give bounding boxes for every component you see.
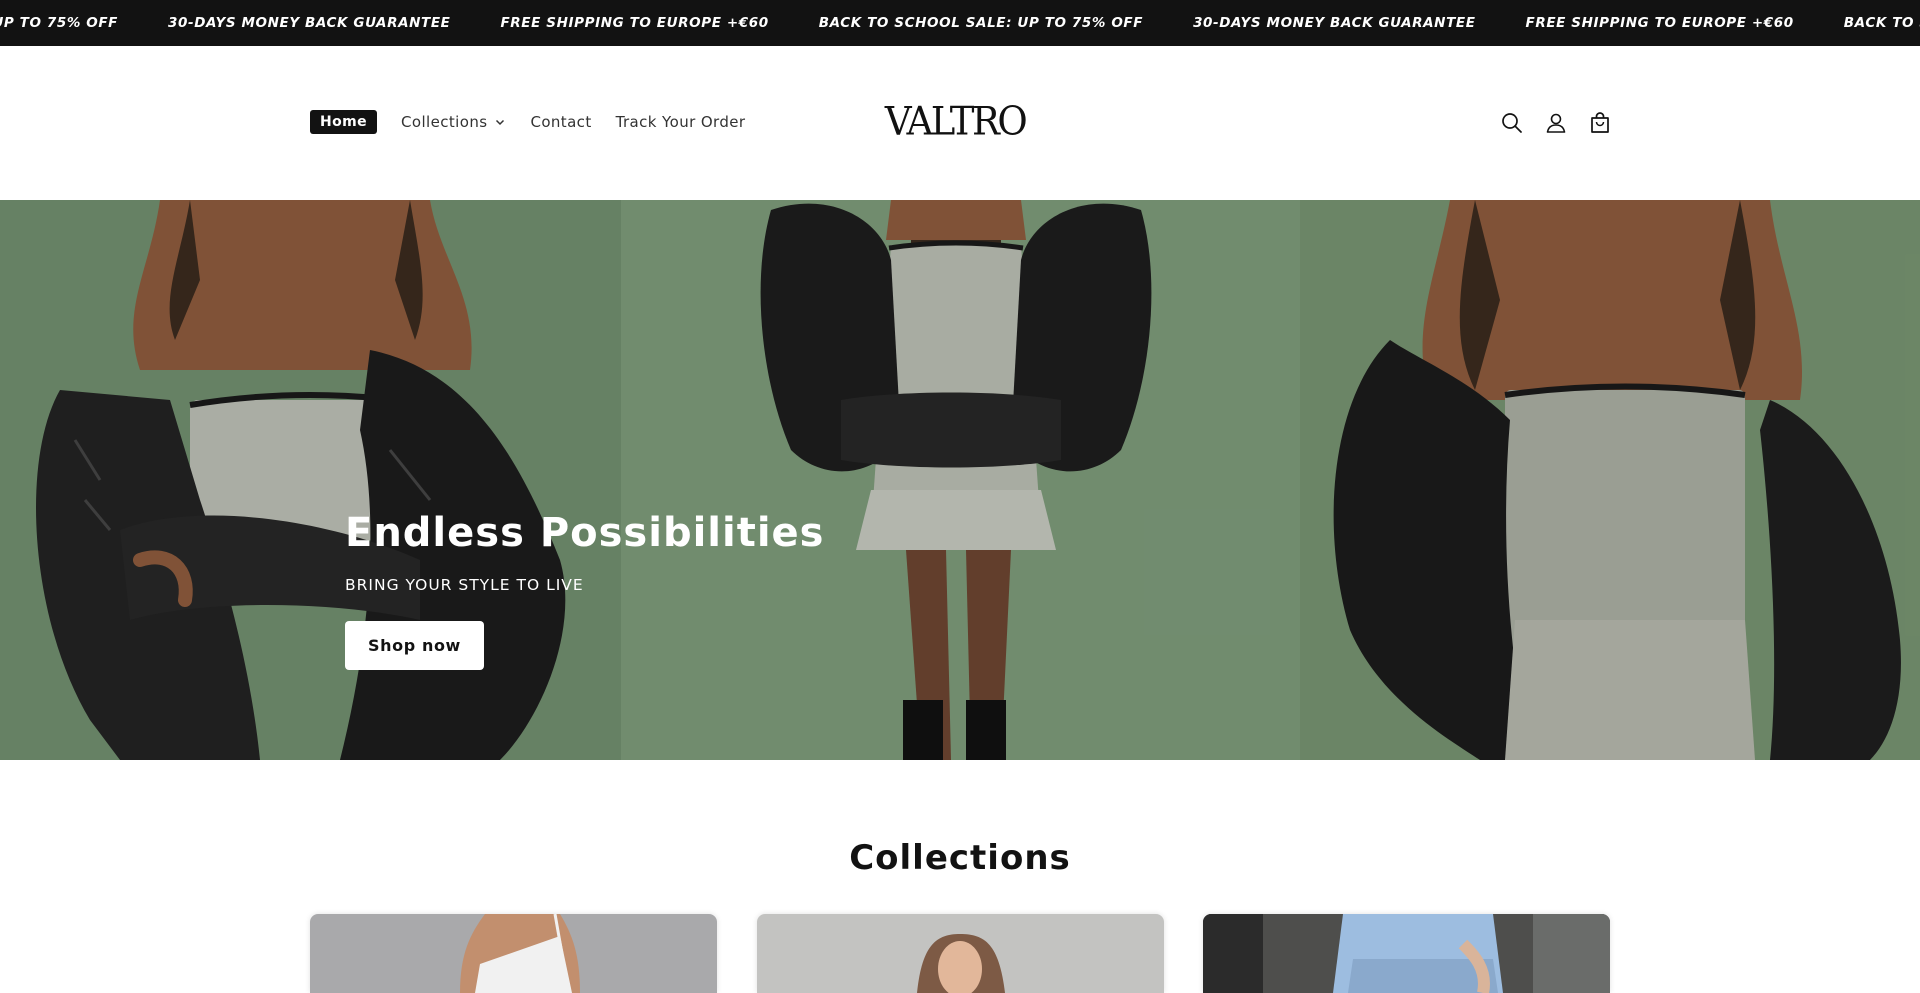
collection-card[interactable] — [757, 914, 1164, 993]
nav-collections-label: Collections — [401, 113, 488, 131]
cart-icon[interactable] — [1587, 110, 1613, 136]
hero-banner: Endless Possibilities BRING YOUR STYLE T… — [0, 200, 1920, 760]
search-icon[interactable] — [1499, 110, 1525, 136]
nav-track-order-link[interactable]: Track Your Order — [616, 113, 746, 131]
site-logo[interactable]: VALTRO — [880, 95, 1030, 148]
main-nav: Home Collections Contact Track Your Orde… — [310, 109, 769, 135]
announcement-marquee: LE: UP TO 75% OFF 30-DAYS MONEY BACK GUA… — [0, 0, 1920, 46]
account-icon[interactable] — [1543, 110, 1569, 136]
announcement-item: FREE SHIPPING TO EUROPE +€60 — [500, 15, 769, 31]
announcement-item: BACK TO SCHOOL SALE: UP TO 75% OFF — [818, 15, 1144, 31]
hero-title: Endless Possibilities — [345, 510, 825, 556]
nav-contact-link[interactable]: Contact — [530, 113, 591, 131]
announcement-bar: LE: UP TO 75% OFF 30-DAYS MONEY BACK GUA… — [0, 0, 1920, 46]
collection-card[interactable] — [310, 914, 717, 993]
announcement-item: LE: UP TO 75% OFF — [0, 15, 118, 31]
collection-card[interactable] — [1203, 914, 1610, 993]
announcement-item: FREE SHIPPING TO EUROPE +€60 — [1525, 15, 1794, 31]
site-header: Home Collections Contact Track Your Orde… — [0, 46, 1920, 200]
collection-card-image — [310, 914, 717, 993]
chevron-down-icon — [496, 119, 505, 126]
announcement-item: 30-DAYS MONEY BACK GUARANTEE — [1193, 15, 1476, 31]
announcement-item: 30-DAYS MONEY BACK GUARANTEE — [168, 15, 451, 31]
collection-card-image — [757, 914, 1164, 993]
collections-heading: Collections — [849, 838, 1071, 878]
hero-overlay — [0, 200, 1920, 760]
nav-home-link[interactable]: Home — [310, 110, 378, 134]
shop-now-button[interactable]: Shop now — [345, 621, 484, 670]
hero-subtitle: BRING YOUR STYLE TO LIVE — [345, 576, 584, 594]
announcement-item: BACK TO SCHOOL SALE: UP TO 75% OFF — [1843, 15, 1920, 31]
nav-collections-dropdown[interactable]: Collections — [401, 113, 506, 131]
collection-card-image — [1203, 914, 1610, 993]
